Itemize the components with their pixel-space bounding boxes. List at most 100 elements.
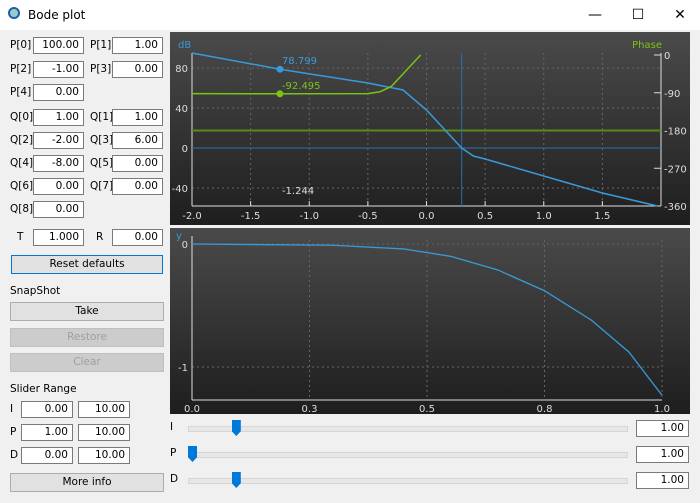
range-max-field[interactable]: 10.00 — [78, 447, 130, 464]
slider-range-heading: Slider Range — [10, 383, 77, 395]
x-tick-label: 0.5 — [477, 211, 493, 222]
p-field[interactable]: 100.00 — [33, 37, 84, 54]
param-label: Q[2] — [10, 134, 34, 146]
x-tick-label: -2.0 — [182, 211, 202, 222]
x-tick-label: 0.8 — [537, 404, 553, 414]
slider-thumb[interactable] — [231, 420, 241, 436]
range-max-field[interactable]: 10.00 — [78, 424, 130, 441]
q-field[interactable]: 1.00 — [33, 109, 84, 126]
y2-tick-label: -270 — [664, 164, 687, 175]
range-min-field[interactable]: 0.00 — [21, 447, 73, 464]
x-tick-label: 1.5 — [594, 211, 610, 222]
slider-value-field[interactable]: 1.00 — [636, 446, 689, 463]
y-tick-label: 80 — [175, 64, 188, 75]
x-tick-label: -1.0 — [299, 211, 319, 222]
x-tick-label: -1.5 — [241, 211, 261, 222]
slider-track[interactable] — [188, 478, 628, 484]
param-label: P[3] — [90, 63, 112, 75]
range-label: D — [10, 449, 19, 461]
y-axis-label: y — [176, 231, 182, 242]
x-tick-label: 0.5 — [419, 404, 435, 414]
param-label: P[2] — [10, 63, 32, 75]
close-button[interactable]: ✕ — [660, 4, 700, 26]
y2-tick-label: -90 — [664, 89, 680, 100]
bode-chart[interactable]: -2.0 -1.5 -1.0 -0.5 0.0 0.5 1.0 1.5 80 40 0 -40 0 -90… — [170, 32, 690, 225]
slider-value-field[interactable]: 1.00 — [636, 472, 689, 489]
param-label: P[1] — [90, 39, 112, 51]
y2-tick-label: -180 — [664, 127, 687, 138]
param-label: Q[4] — [10, 157, 34, 169]
restore-button: Restore — [10, 328, 164, 347]
y-tick-label: 0 — [182, 240, 188, 251]
slider-thumb[interactable] — [231, 472, 241, 488]
y-tick-label: -1 — [178, 363, 188, 374]
param-label: Q[3] — [90, 134, 114, 146]
maximize-button[interactable]: ☐ — [618, 4, 658, 26]
slider-value-field[interactable]: 1.00 — [636, 420, 689, 437]
slider-thumb[interactable] — [188, 446, 197, 462]
range-min-field[interactable]: 1.00 — [21, 424, 73, 441]
param-label: P[4] — [10, 86, 32, 98]
p-field[interactable]: -1.00 — [33, 61, 84, 78]
x-tick-label: -0.5 — [358, 211, 378, 222]
t-label: T — [17, 231, 24, 243]
x-tick-label: 0.0 — [419, 211, 435, 222]
title-bar: Bode plot — ☐ ✕ — [0, 0, 700, 30]
slider-label: P — [170, 447, 177, 459]
x-tick-label: 1.0 — [654, 404, 670, 414]
step-svg: 0.0 0.3 0.5 0.8 1.0 0 -1 y — [176, 231, 670, 415]
param-label: Q[7] — [90, 180, 114, 192]
param-label: Q[1] — [90, 111, 114, 123]
param-label: Q[8] — [10, 203, 34, 215]
more-info-button[interactable]: More info — [10, 473, 164, 492]
q-field[interactable]: 0.00 — [33, 201, 84, 218]
p-field[interactable]: 0.00 — [33, 84, 84, 101]
y-tick-label: 0 — [182, 144, 188, 155]
reset-defaults-button[interactable]: Reset defaults — [11, 255, 163, 274]
param-label: Q[0] — [10, 111, 34, 123]
take-button[interactable]: Take — [10, 302, 164, 321]
window-title: Bode plot — [28, 8, 86, 22]
q-field[interactable]: -8.00 — [33, 155, 84, 172]
step-response-chart[interactable]: 0.0 0.3 0.5 0.8 1.0 0 -1 y — [170, 228, 690, 415]
slider-track[interactable] — [188, 452, 628, 458]
x-tick-label: 0.3 — [302, 404, 318, 414]
q-field[interactable]: 1.00 — [112, 109, 163, 126]
y2-tick-label: 0 — [664, 51, 670, 62]
clear-button: Clear — [10, 353, 164, 372]
q-field[interactable]: 0.00 — [33, 178, 84, 195]
range-label: I — [10, 403, 14, 415]
y2-tick-label: -360 — [664, 202, 687, 213]
param-label: P[0] — [10, 39, 32, 51]
x-tick-label: 0.0 — [184, 404, 200, 414]
slider-label: D — [170, 473, 179, 485]
x-tick-label: 1.0 — [536, 211, 552, 222]
bode-svg: -2.0 -1.5 -1.0 -0.5 0.0 0.5 1.0 1.5 80 40 0 -40 0 -90… — [172, 40, 687, 222]
param-label: Q[5] — [90, 157, 114, 169]
y-tick-label: 40 — [175, 104, 188, 115]
range-min-field[interactable]: 0.00 — [21, 401, 73, 418]
crosshair-x-label: -1.244 — [282, 186, 314, 197]
minimize-button[interactable]: — — [575, 4, 615, 26]
y2-axis-label: Phase — [632, 40, 662, 51]
q-field[interactable]: 0.00 — [112, 178, 163, 195]
q-field[interactable]: 0.00 — [112, 155, 163, 172]
r-label: R — [96, 231, 104, 243]
phase-marker-label: -92.495 — [282, 81, 321, 92]
snapshot-heading: SnapShot — [10, 285, 61, 297]
p-field[interactable]: 1.00 — [112, 37, 163, 54]
p-field[interactable]: 0.00 — [112, 61, 163, 78]
param-label: Q[6] — [10, 180, 34, 192]
r-field[interactable]: 0.00 — [112, 229, 163, 246]
q-field[interactable]: 6.00 — [112, 132, 163, 149]
app-logo-icon — [8, 7, 20, 19]
slider-label: I — [170, 421, 174, 433]
y-tick-label: -40 — [172, 184, 188, 195]
range-max-field[interactable]: 10.00 — [78, 401, 130, 418]
range-label: P — [10, 426, 17, 438]
y-axis-label: dB — [178, 40, 191, 51]
q-field[interactable]: -2.00 — [33, 132, 84, 149]
t-field[interactable]: 1.000 — [33, 229, 84, 246]
magnitude-marker-label: 78.799 — [282, 56, 317, 67]
slider-track[interactable] — [188, 426, 628, 432]
